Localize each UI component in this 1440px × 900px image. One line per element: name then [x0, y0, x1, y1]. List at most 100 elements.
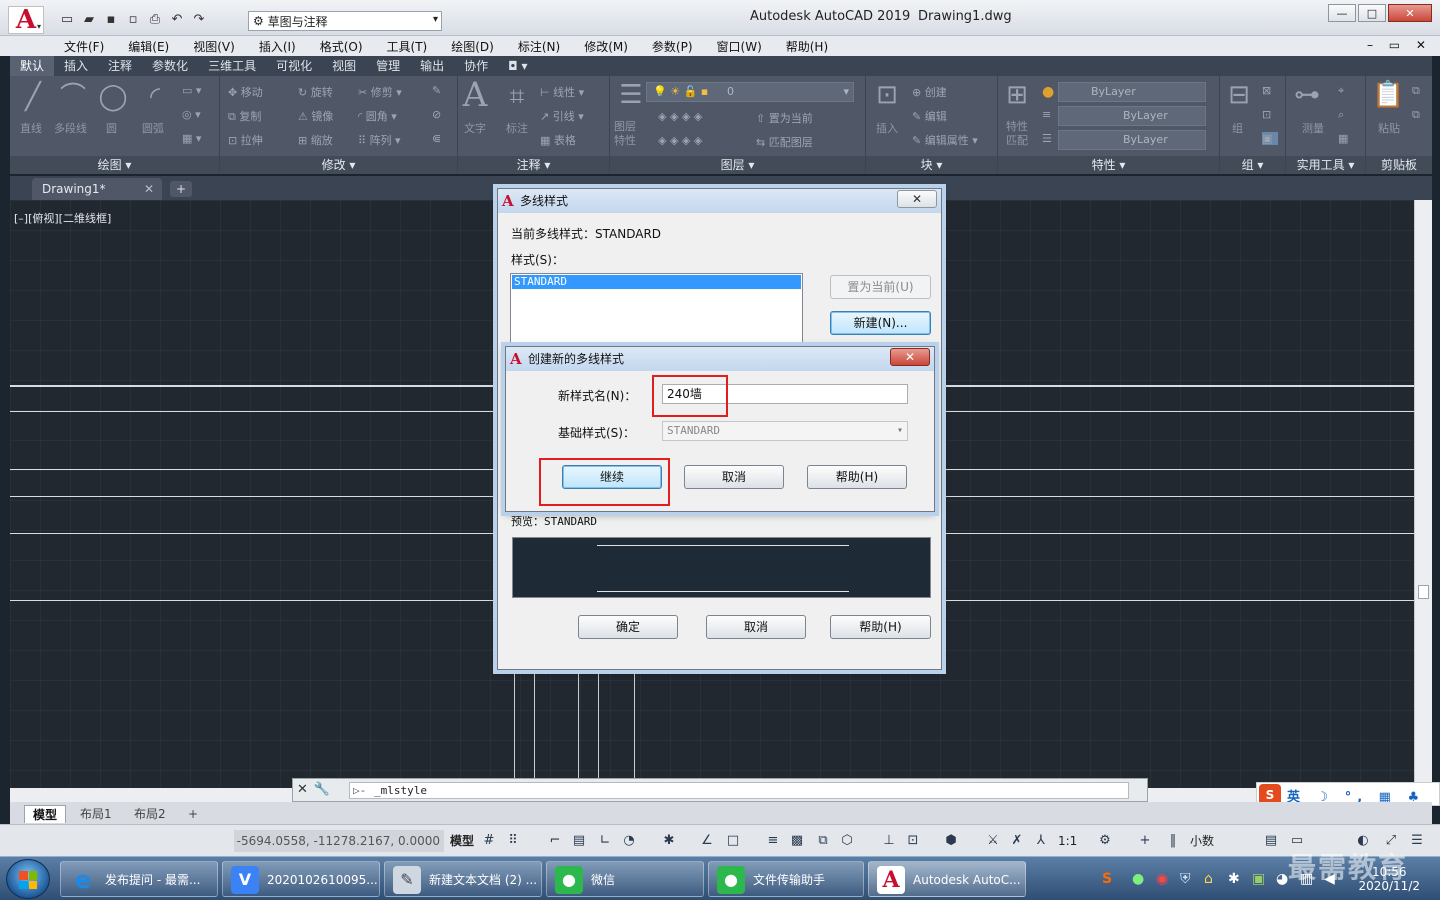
workspace-gear-icon[interactable]: ⚙: [1096, 832, 1114, 850]
object-snap-tracking-icon[interactable]: ∠: [698, 832, 716, 850]
maximize-button[interactable]: □: [1358, 4, 1386, 22]
layer-properties-icon[interactable]: ☰: [616, 80, 646, 110]
id-point-icon[interactable]: ⌖: [1338, 84, 1344, 98]
move-icon[interactable]: ✥ 移动: [228, 84, 263, 100]
calculator-icon[interactable]: ▦: [1338, 132, 1348, 145]
hatch-icon[interactable]: ◎ ▾: [182, 108, 201, 121]
rectangle-icon[interactable]: ▭ ▾: [182, 84, 201, 97]
tab-visualize[interactable]: 可视化: [266, 56, 322, 76]
scale-icon[interactable]: ⊞ 缩放: [298, 132, 333, 148]
set-current-layer-icon[interactable]: ⇧ 置为当前: [756, 110, 813, 126]
customization-icon[interactable]: ☰: [1408, 832, 1426, 850]
taskbar-item-ie[interactable]: e 发布提问 - 最需...: [60, 861, 218, 897]
clipboard-group-label[interactable]: 剪贴板: [1366, 156, 1432, 174]
command-line-controls[interactable]: ✕🔧: [297, 782, 336, 797]
taskbar-item-wechat[interactable]: ● 微信: [546, 861, 704, 897]
quick-properties-icon[interactable]: ▤: [1262, 832, 1280, 850]
lineweight-icon[interactable]: ≡: [1042, 108, 1051, 121]
bluetooth-icon[interactable]: ✱: [1228, 871, 1240, 887]
fillet-icon[interactable]: ◜ 圆角 ▾: [358, 108, 397, 124]
insert-block-icon[interactable]: ⊡: [872, 80, 902, 110]
model-space-toggle[interactable]: 模型: [450, 830, 474, 852]
coordinates-readout[interactable]: -5694.0558, -11278.2167, 0.0000: [234, 830, 444, 852]
object-snap-icon[interactable]: □: [724, 832, 742, 850]
tab-3d-tools[interactable]: 三维工具: [198, 56, 266, 76]
tab-annotate[interactable]: 注释: [98, 56, 142, 76]
minimize-button[interactable]: —: [1328, 4, 1356, 22]
ucs-icon[interactable]: ⊥: [880, 832, 898, 850]
leader-icon[interactable]: ↗ 引线 ▾: [540, 108, 584, 124]
copy-clip-icon[interactable]: ⧉: [1412, 108, 1420, 122]
menu-file[interactable]: 文件(F): [64, 38, 104, 55]
taskbar-item-file-transfer[interactable]: ● 文件传输助手: [708, 861, 864, 897]
tab-layout1[interactable]: 布局1: [72, 805, 120, 823]
group-select-icon[interactable]: ▣: [1262, 132, 1278, 145]
undo-icon[interactable]: ↶: [168, 10, 186, 28]
dynamic-input-icon[interactable]: ▤: [570, 832, 588, 850]
explode-icon[interactable]: ⊘: [432, 108, 441, 121]
erase-icon[interactable]: ✎: [432, 84, 441, 97]
save-icon[interactable]: ▪: [102, 10, 120, 28]
lineweight-dropdown[interactable]: ByLayer: [1058, 106, 1206, 126]
shield-icon[interactable]: ⛨: [1180, 871, 1191, 887]
close-button[interactable]: ✕: [1388, 4, 1432, 22]
block-group-label[interactable]: 块 ▾: [866, 156, 997, 174]
group-group-label[interactable]: 组 ▾: [1220, 156, 1285, 174]
linetype-icon[interactable]: ☰: [1042, 132, 1052, 145]
annotation-scale-value[interactable]: 1:1: [1058, 830, 1077, 852]
modify-group-label[interactable]: 修改 ▾: [220, 156, 457, 174]
add-layout-button[interactable]: +: [180, 805, 206, 823]
linetype-dropdown[interactable]: ByLayer: [1058, 130, 1206, 150]
list-item[interactable]: STANDARD: [512, 275, 801, 289]
selection-cycling-icon[interactable]: ⧉: [814, 832, 832, 850]
viewport-controls[interactable]: [–][俯视][二维线框]: [14, 210, 111, 226]
layer-state-icons[interactable]: ◈ ◈ ◈ ◈: [658, 110, 702, 123]
properties-group-label[interactable]: 特性 ▾: [998, 156, 1219, 174]
tab-default[interactable]: 默认: [10, 56, 55, 76]
color-wheel-icon[interactable]: ●: [1042, 84, 1054, 100]
taskbar-item-notepad[interactable]: ✎ 新建文本文档 (2) ...: [384, 861, 542, 897]
mdi-window-controls[interactable]: – ▭ ✕: [1367, 38, 1432, 52]
edit-attributes-icon[interactable]: ✎ 编辑属性 ▾: [912, 132, 978, 148]
tab-view[interactable]: 视图: [322, 56, 366, 76]
menu-view[interactable]: 视图(V): [193, 38, 235, 55]
taskbar-item-autocad[interactable]: A Autodesk AutoC...: [868, 861, 1026, 897]
redo-icon[interactable]: ↷: [190, 10, 208, 28]
cut-icon[interactable]: ⧉: [1412, 84, 1420, 98]
stretch-icon[interactable]: ⊡ 拉伸: [228, 132, 263, 148]
taskbar-item-file[interactable]: V 2020102610095...: [222, 861, 380, 897]
copy-icon[interactable]: ⧉ 复制: [228, 108, 261, 124]
polyline-icon[interactable]: ⌒: [58, 82, 88, 112]
sogou-tray-icon[interactable]: S: [1102, 871, 1112, 887]
vertical-scrollbar[interactable]: [1414, 200, 1432, 788]
tab-manage[interactable]: 管理: [366, 56, 410, 76]
array-icon[interactable]: ⠿ 阵列 ▾: [358, 132, 401, 148]
layers-group-label[interactable]: 图层 ▾: [610, 156, 865, 174]
transparency-icon[interactable]: ▩: [788, 832, 806, 850]
polar-icon[interactable]: ◔: [620, 832, 638, 850]
ortho-icon[interactable]: ∟: [596, 832, 614, 850]
rotate-icon[interactable]: ↻ 旋转: [298, 84, 333, 100]
quick-select-icon[interactable]: ⌕: [1338, 108, 1344, 122]
tab-parametric[interactable]: 参数化: [142, 56, 198, 76]
draw-group-label[interactable]: 绘图 ▾: [10, 156, 219, 174]
tab-insert[interactable]: 插入: [54, 56, 98, 76]
ungroup-icon[interactable]: ⊠: [1262, 84, 1271, 97]
3d-osnap-icon[interactable]: ⬡: [838, 832, 856, 850]
tab-output[interactable]: 输出: [410, 56, 454, 76]
help-button[interactable]: 帮助(H): [830, 615, 931, 639]
create-block-icon[interactable]: ⊕ 创建: [912, 84, 947, 100]
ok-button[interactable]: 确定: [578, 615, 678, 639]
auto-scale-icon[interactable]: ✗: [1008, 832, 1026, 850]
save-as-icon[interactable]: ▫: [124, 10, 142, 28]
line-icon[interactable]: ╱: [18, 82, 48, 112]
edit-block-icon[interactable]: ✎ 编辑: [912, 108, 947, 124]
help-button[interactable]: 帮助(H): [807, 465, 907, 489]
close-button[interactable]: ✕: [897, 190, 937, 208]
isodraft-icon[interactable]: ✱: [660, 832, 678, 850]
annotation-group-label[interactable]: 注释 ▾: [458, 156, 609, 174]
new-file-icon[interactable]: ▭: [58, 10, 76, 28]
menu-parametric[interactable]: 参数(P): [652, 38, 693, 55]
measure-icon[interactable]: ⊶: [1292, 80, 1322, 110]
infer-constraints-icon[interactable]: ⌐: [546, 832, 564, 850]
